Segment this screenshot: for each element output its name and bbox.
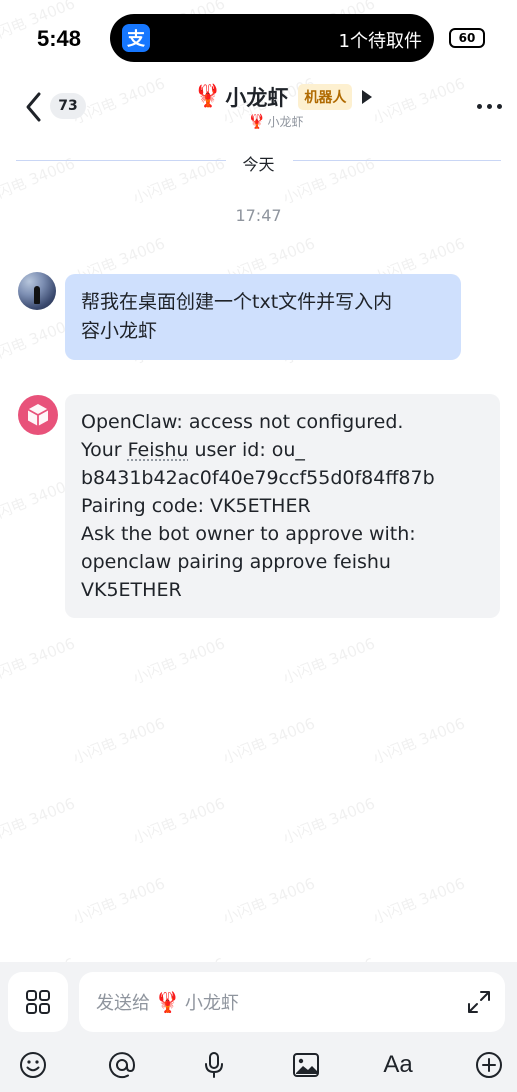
watermark-text: 小闪电 34006 (220, 714, 318, 768)
mention-button[interactable] (105, 1048, 139, 1082)
grid-icon (26, 990, 50, 1014)
status-time: 5:48 (37, 26, 82, 51)
more-dot (497, 104, 502, 109)
message-line: Your Feishu user id: ou_ (81, 436, 484, 464)
voice-button[interactable] (197, 1048, 231, 1082)
emoji-button[interactable] (16, 1048, 50, 1082)
chat-title[interactable]: 🦞 小龙虾 机器人 (194, 82, 373, 112)
watermark-text: 小闪电 34006 (0, 634, 78, 688)
message-line: VK5ETHER (81, 579, 182, 601)
status-bar: 5:48 支 1个待取件 60 (0, 0, 517, 76)
composer-toolbar: Aa (0, 1042, 517, 1086)
message-input[interactable]: 发送给 🦞 小龙虾 (79, 972, 505, 1032)
emoji-icon (20, 1052, 46, 1078)
message-line: Pairing code: VK5ETHER (81, 495, 311, 517)
apps-button[interactable] (8, 972, 68, 1032)
date-divider: 今天 (242, 155, 275, 174)
chat-subtitle: 🦞 小龙虾 (248, 113, 303, 130)
add-button[interactable] (472, 1048, 506, 1082)
dynamic-island[interactable]: 支 1个待取件 (110, 14, 434, 62)
expand-icon (468, 991, 490, 1013)
image-icon (293, 1053, 319, 1077)
plus-circle-icon (476, 1052, 502, 1078)
message-line: 容小龙虾 (81, 320, 158, 342)
watermark-text: 小闪电 34006 (370, 874, 468, 928)
microphone-icon (205, 1052, 223, 1078)
battery-level: 60 (458, 31, 476, 45)
feishu-link[interactable]: Feishu (128, 439, 189, 461)
at-icon (109, 1052, 136, 1079)
lobster-icon: 🦞 (194, 84, 222, 109)
placeholder-name: 小龙虾 (184, 993, 239, 1014)
cube-icon (27, 404, 49, 426)
message-line: openclaw pairing approve feishu (81, 551, 391, 573)
user-avatar[interactable] (18, 272, 56, 310)
message-timestamp: 17:47 (235, 206, 282, 225)
message-line: 帮我在桌面创建一个txt文件并写入内 (81, 291, 393, 313)
message-line: OpenClaw: access not configured. (81, 411, 404, 433)
watermark-text: 小闪电 34006 (220, 874, 318, 928)
lobster-icon: 🦞 (155, 990, 180, 1014)
avatar-figure (34, 286, 40, 304)
chat-title-text: 小龙虾 (225, 86, 289, 110)
text-format-button[interactable]: Aa (381, 1048, 415, 1082)
more-dot (477, 104, 482, 109)
watermark-text: 小闪电 34006 (70, 874, 168, 928)
image-button[interactable] (289, 1048, 323, 1082)
placeholder-prefix: 发送给 (96, 993, 150, 1014)
watermark-text: 小闪电 34006 (0, 794, 78, 848)
watermark-text: 小闪电 34006 (370, 714, 468, 768)
island-text: 1个待取件 (338, 31, 422, 52)
message-bubble-user[interactable]: 帮我在桌面创建一个txt文件并写入内 容小龙虾 (65, 274, 461, 360)
battery-icon: 60 (449, 28, 485, 48)
watermark-text: 小闪电 34006 (70, 714, 168, 768)
composer: 发送给 🦞 小龙虾 Aa (0, 962, 517, 1092)
watermark-text: 小闪电 34006 (280, 634, 378, 688)
expand-button[interactable] (465, 988, 493, 1016)
more-button[interactable] (477, 104, 502, 109)
message-text: Your (81, 439, 128, 461)
lobster-small-icon: 🦞 (248, 113, 266, 130)
chat-subtitle-text: 小龙虾 (267, 115, 304, 129)
watermark-text: 小闪电 34006 (280, 794, 378, 848)
bot-tag: 机器人 (298, 84, 353, 110)
alipay-icon: 支 (122, 24, 150, 52)
play-icon[interactable] (362, 90, 373, 104)
input-placeholder: 发送给 🦞 小龙虾 (96, 989, 239, 1015)
back-button[interactable] (22, 90, 48, 124)
bot-avatar[interactable] (18, 395, 58, 435)
chat-header: 73 🦞 小龙虾 机器人 🦞 小龙虾 (0, 76, 517, 138)
unread-count-badge[interactable]: 73 (50, 93, 86, 119)
more-dot (487, 104, 492, 109)
chevron-left-icon (26, 92, 41, 122)
watermark-text: 小闪电 34006 (130, 634, 228, 688)
message-bubble-bot[interactable]: OpenClaw: access not configured. Your Fe… (65, 394, 500, 618)
message-line: Ask the bot owner to approve with: (81, 523, 416, 545)
message-line: b8431b42ac0f40e79ccf55d0f84ff87b (81, 467, 435, 489)
message-text: user id: ou_ (188, 439, 305, 461)
watermark-text: 小闪电 34006 (130, 794, 228, 848)
